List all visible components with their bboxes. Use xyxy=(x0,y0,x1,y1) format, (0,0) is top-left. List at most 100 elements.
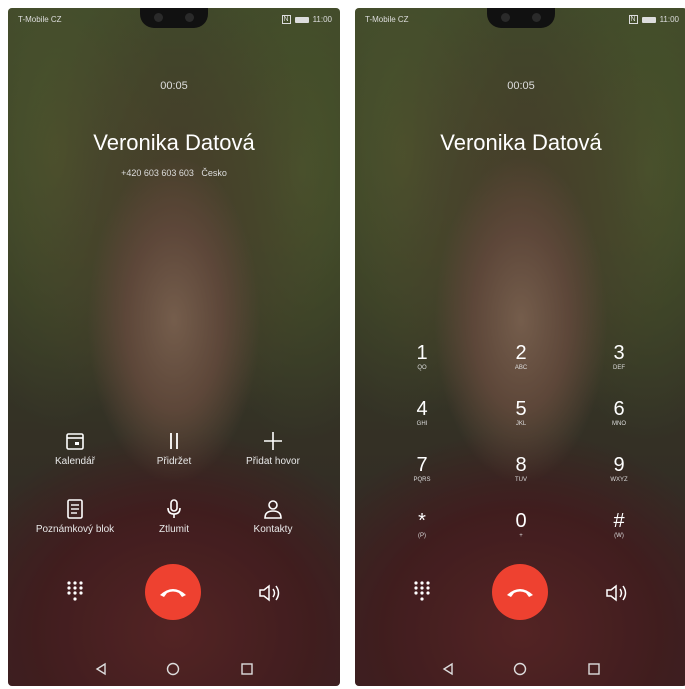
camera-notch xyxy=(487,8,555,28)
caller-name: Veronika Datová xyxy=(440,130,602,155)
caller-country: Česko xyxy=(201,168,227,178)
dial-key-6[interactable]: 6 MNO xyxy=(589,398,649,428)
dial-key-3[interactable]: 3 DEF xyxy=(589,342,649,372)
sensor-icon xyxy=(185,13,194,22)
recents-button[interactable] xyxy=(240,662,254,681)
nfc-icon: N xyxy=(628,15,638,24)
status-bar: T-Mobile CZ N 11:00 xyxy=(355,8,685,30)
carrier-label: T-Mobile CZ xyxy=(18,15,62,24)
speaker-button[interactable] xyxy=(603,580,631,606)
dial-digit: # xyxy=(613,510,625,532)
mute-button[interactable]: Ztlumit xyxy=(119,498,229,535)
hold-label: Přidržet xyxy=(156,456,192,467)
back-icon xyxy=(95,662,106,676)
dial-digit: 0 xyxy=(515,510,527,532)
dialpad-toggle-button[interactable] xyxy=(407,576,437,606)
navigation-bar xyxy=(355,656,685,686)
notepad-label: Poznámkový blok xyxy=(35,524,115,535)
call-timer: 00:05 xyxy=(160,80,188,92)
contact-icon xyxy=(264,500,282,519)
add-call-button[interactable]: Přidat hovor xyxy=(218,430,328,467)
dial-digit: 9 xyxy=(613,454,625,476)
back-button[interactable] xyxy=(94,662,108,681)
dial-digit: 8 xyxy=(515,454,527,476)
navigation-bar xyxy=(8,656,340,686)
home-button[interactable] xyxy=(166,662,180,681)
dial-letters: + xyxy=(519,533,523,539)
speaker-icon xyxy=(259,584,280,602)
front-camera-icon xyxy=(154,13,163,22)
dial-key-0[interactable]: 0 + xyxy=(491,510,551,540)
notepad-icon xyxy=(67,499,83,519)
dial-key-9[interactable]: 9 WXYZ xyxy=(589,454,649,484)
nfc-icon: N xyxy=(281,15,291,24)
dial-key-4[interactable]: 4 GHI xyxy=(392,398,452,428)
hold-button[interactable]: Přidržet xyxy=(119,430,229,467)
dial-digit: 5 xyxy=(515,398,527,420)
end-call-circle xyxy=(145,564,201,620)
clock: 11:00 xyxy=(659,15,679,24)
recents-icon xyxy=(241,663,253,675)
home-button[interactable] xyxy=(513,662,527,681)
dial-letters: JKL xyxy=(515,421,527,427)
hang-up-icon xyxy=(507,589,533,597)
dial-key-2[interactable]: 2 ABC xyxy=(491,342,551,372)
dial-letters: (W) xyxy=(614,533,624,539)
status-bar: T-Mobile CZ N 11:00 xyxy=(8,8,340,30)
dial-digit: 4 xyxy=(416,398,428,420)
pause-icon xyxy=(170,433,178,449)
calendar-label: Kalendář xyxy=(54,456,96,467)
home-icon xyxy=(166,662,180,676)
caller-name: Veronika Datová xyxy=(93,130,255,155)
end-call-circle xyxy=(492,564,548,620)
sensor-icon xyxy=(532,13,541,22)
dial-letters: (P) xyxy=(418,533,426,539)
calendar-button[interactable]: Kalendář xyxy=(20,430,130,467)
back-button[interactable] xyxy=(441,662,455,681)
dial-letters: PQRS xyxy=(413,477,431,483)
dial-letters: WXYZ xyxy=(610,477,628,483)
in-call-screen: T-Mobile CZ N 11:00 00:05 Veronika Datov… xyxy=(8,8,340,686)
dial-key-5[interactable]: 5 JKL xyxy=(491,398,551,428)
call-timer: 00:05 xyxy=(507,80,535,92)
hang-up-icon xyxy=(160,589,186,597)
clock: 11:00 xyxy=(312,15,332,24)
microphone-icon xyxy=(167,499,181,518)
dial-digit: * xyxy=(418,510,426,532)
contacts-button[interactable]: Kontakty xyxy=(218,498,328,535)
dial-key-1[interactable]: 1 QO xyxy=(392,342,452,372)
dial-digit: 7 xyxy=(416,454,428,476)
plus-icon xyxy=(264,432,282,450)
dial-letters: MNO xyxy=(612,421,626,427)
dial-letters: GHI xyxy=(416,421,428,427)
end-call-button[interactable] xyxy=(145,564,201,620)
dial-key-8[interactable]: 8 TUV xyxy=(491,454,551,484)
dial-letters: QO xyxy=(417,365,427,371)
recents-icon xyxy=(588,663,600,675)
recents-button[interactable] xyxy=(587,662,601,681)
end-call-button[interactable] xyxy=(492,564,548,620)
dialpad-toggle-button[interactable] xyxy=(60,576,90,606)
dialpad-icon xyxy=(67,581,83,601)
caller-number: +420 603 603 603 xyxy=(121,168,194,178)
dial-digit: 1 xyxy=(416,342,428,364)
dial-letters: DEF xyxy=(613,365,625,371)
caller-info: +420 603 603 603 Česko xyxy=(8,168,340,178)
calendar-icon xyxy=(66,433,84,450)
notepad-button[interactable]: Poznámkový blok xyxy=(20,498,130,535)
dial-key-hash[interactable]: # (W) xyxy=(589,510,649,540)
mute-label: Ztlumit xyxy=(159,524,189,535)
dial-letters: TUV xyxy=(515,477,527,483)
battery-icon xyxy=(294,16,309,23)
dial-key-star[interactable]: * (P) xyxy=(392,510,452,540)
contacts-label: Kontakty xyxy=(253,524,293,535)
speaker-button[interactable] xyxy=(256,580,284,606)
dial-digit: 3 xyxy=(613,342,625,364)
home-icon xyxy=(513,662,527,676)
dialpad-icon xyxy=(414,581,430,601)
speaker-icon xyxy=(606,584,627,602)
add-call-label: Přidat hovor xyxy=(246,456,300,467)
dial-key-7[interactable]: 7 PQRS xyxy=(392,454,452,484)
camera-notch xyxy=(140,8,208,28)
dial-digit: 2 xyxy=(515,342,527,364)
